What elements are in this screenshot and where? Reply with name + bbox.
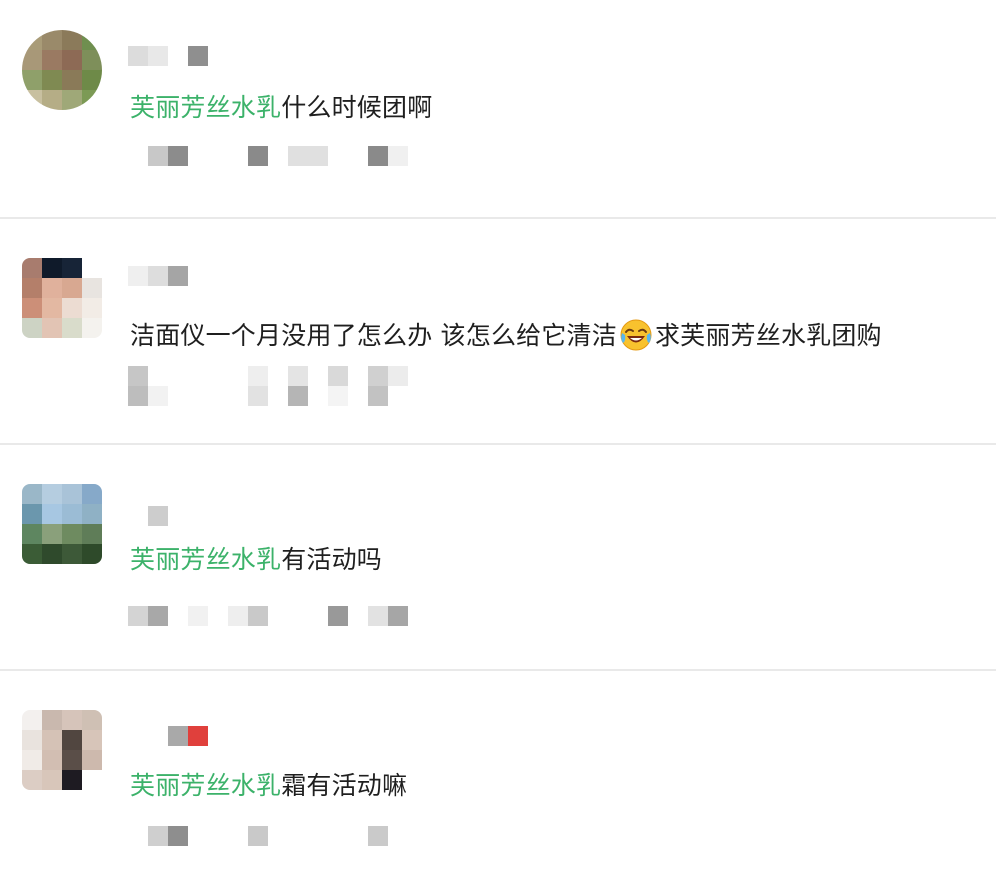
product-highlight: 芙丽芳丝水乳 [130,771,282,800]
avatar[interactable] [22,710,102,790]
comment-text: 芙丽芳丝水乳霜有活动嘛 [130,768,407,804]
comment-item[interactable]: 芙丽芳丝水乳霜有活动嘛 [0,0,996,888]
comment-body: 霜有活动嘛 [281,771,408,800]
